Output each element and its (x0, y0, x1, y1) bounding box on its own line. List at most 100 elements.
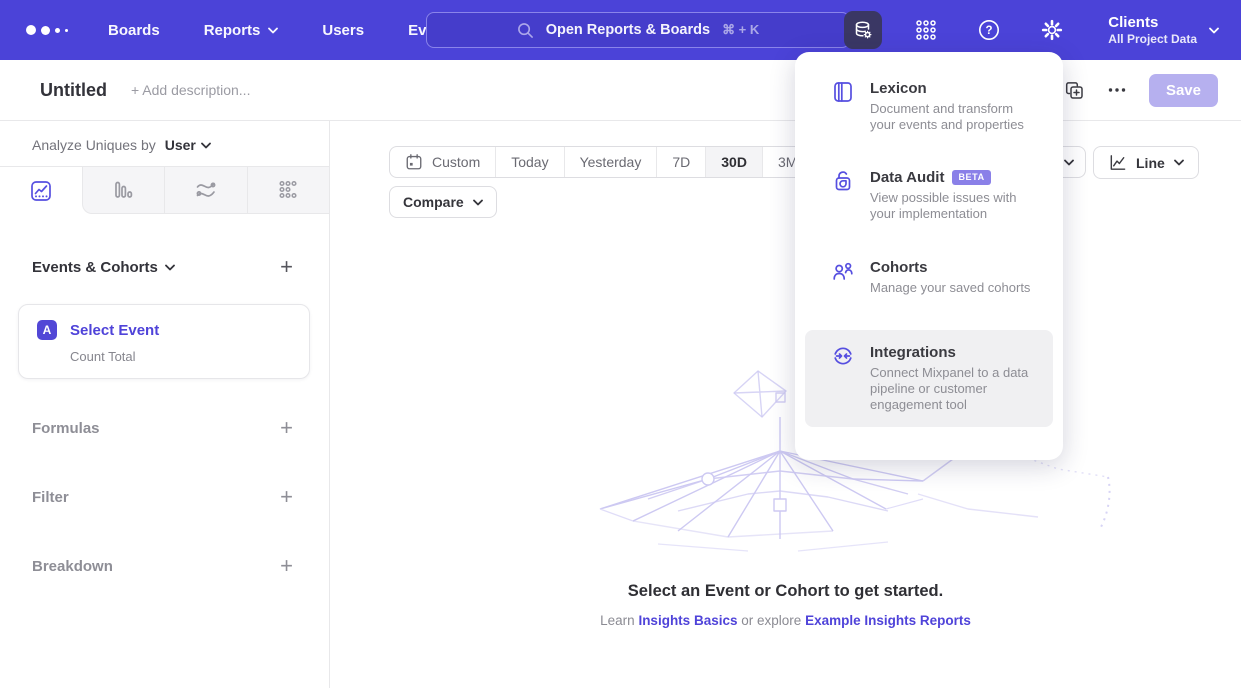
chevron-down-icon (473, 199, 483, 206)
question-circle-icon: ? (977, 18, 1001, 42)
integrations-title: Integrations (870, 344, 956, 361)
cohorts-people-icon (832, 260, 854, 282)
insights-report-page: Boards Reports Users Events Open Reports… (0, 0, 1241, 688)
analyze-value-dropdown[interactable]: User (165, 137, 196, 153)
chevron-down-icon[interactable] (201, 142, 211, 149)
breakdown-section: Breakdown + (32, 555, 293, 577)
cohorts-description: Manage your saved cohorts (870, 280, 1030, 296)
date-range-control: Custom Today Yesterday 7D 30D 3M 6M (389, 146, 864, 178)
project-name: Clients (1108, 14, 1197, 33)
global-search-input[interactable]: Open Reports & Boards ⌘ + K (426, 12, 850, 48)
date-range-yesterday[interactable]: Yesterday (564, 147, 657, 177)
tab-insights-line[interactable] (0, 167, 82, 214)
nav-item-users[interactable]: Users (322, 22, 364, 39)
nav-item-reports[interactable]: Reports (204, 22, 279, 39)
flow-icon (194, 178, 218, 202)
nav-item-boards-label: Boards (108, 22, 160, 39)
filter-section: Filter + (32, 486, 293, 508)
formulas-label: Formulas (32, 420, 100, 437)
report-header-actions: Save (1064, 74, 1218, 107)
data-audit-icon (832, 170, 854, 192)
apps-grid-button[interactable] (907, 11, 945, 49)
nav-item-reports-label: Reports (204, 22, 261, 39)
query-builder-sidebar: Analyze Uniques by User (0, 121, 330, 688)
tab-bar-chart[interactable] (82, 167, 165, 214)
cohorts-title: Cohorts (870, 259, 928, 276)
integrations-description: Connect Mixpanel to a data pipeline or c… (870, 365, 1041, 413)
filter-label: Filter (32, 489, 69, 506)
chart-type-dropdown[interactable]: Line (1093, 146, 1199, 179)
search-icon (517, 22, 534, 39)
select-event-button[interactable]: Select Event (70, 322, 159, 339)
nav-right-cluster: ? Clients All Project Data (844, 0, 1219, 60)
analyze-uniques-row: Analyze Uniques by User (32, 137, 329, 153)
line-chart-axis-icon (1108, 153, 1127, 172)
mixpanel-logo-icon[interactable] (26, 25, 68, 35)
data-audit-description: View possible issues with your implement… (870, 190, 1041, 222)
event-row-card[interactable]: A Select Event Count Total (18, 304, 310, 379)
grid-dots-icon (914, 18, 938, 42)
ellipsis-icon (1107, 80, 1127, 100)
add-event-button[interactable]: + (280, 256, 293, 278)
dots-grid-icon (276, 178, 300, 202)
or-explore-text: or explore (741, 613, 801, 628)
nav-links: Boards Reports Users Events (108, 22, 457, 39)
compare-label: Compare (403, 194, 464, 210)
project-scope: All Project Data (1108, 32, 1197, 46)
analyze-label: Analyze Uniques by (32, 137, 156, 153)
chevron-down-icon (1064, 159, 1074, 166)
lexicon-description: Document and transform your events and p… (870, 101, 1041, 133)
duplicate-report-button[interactable] (1064, 80, 1085, 101)
duplicate-icon (1064, 80, 1085, 101)
learn-prefix: Learn (600, 613, 635, 628)
date-range-30d-selected[interactable]: 30D (705, 147, 762, 177)
menu-item-data-audit[interactable]: Data Audit BETA View possible issues wit… (805, 155, 1053, 236)
menu-item-cohorts[interactable]: Cohorts Manage your saved cohorts (805, 245, 1053, 310)
more-options-button[interactable] (1107, 80, 1127, 100)
tab-flow-chart[interactable] (164, 167, 247, 214)
integrations-sync-icon (832, 345, 854, 367)
save-button[interactable]: Save (1149, 74, 1218, 107)
add-description-field[interactable]: + Add description... (131, 82, 250, 98)
chevron-down-icon (1209, 27, 1219, 34)
data-management-menu: Lexicon Document and transform your even… (795, 52, 1063, 460)
menu-item-integrations[interactable]: Integrations Connect Mixpanel to a data … (805, 330, 1053, 427)
help-button[interactable]: ? (970, 11, 1008, 49)
date-range-7d[interactable]: 7D (656, 147, 705, 177)
event-aggregation[interactable]: Count Total (70, 349, 291, 364)
chevron-down-icon (268, 27, 278, 34)
chart-type-tabs (0, 166, 329, 214)
settings-button[interactable] (1033, 11, 1071, 49)
data-management-button[interactable] (844, 11, 882, 49)
empty-state-links: Learn Insights Basics or explore Example… (330, 613, 1241, 628)
insights-basics-link[interactable]: Insights Basics (638, 613, 737, 628)
example-insights-reports-link[interactable]: Example Insights Reports (805, 613, 971, 628)
calendar-icon (405, 153, 423, 171)
add-formula-button[interactable]: + (280, 417, 293, 439)
breakdown-label: Breakdown (32, 558, 113, 575)
project-selector[interactable]: Clients All Project Data (1108, 14, 1219, 47)
lexicon-book-icon (832, 81, 854, 103)
nav-item-boards[interactable]: Boards (108, 22, 160, 39)
line-chart-icon (29, 179, 53, 203)
search-shortcut: ⌘ + K (722, 22, 759, 38)
compare-dropdown[interactable]: Compare (389, 186, 497, 218)
chevron-down-icon (1174, 159, 1184, 166)
tab-metrics-grid[interactable] (247, 167, 330, 214)
chevron-down-icon (165, 264, 175, 271)
search-placeholder: Open Reports & Boards (546, 22, 710, 38)
database-gear-icon (852, 19, 874, 41)
chart-type-label: Line (1136, 155, 1165, 171)
events-cohorts-toggle[interactable]: Events & Cohorts (32, 259, 175, 276)
add-filter-button[interactable]: + (280, 486, 293, 508)
gear-icon (1040, 18, 1064, 42)
events-cohorts-label: Events & Cohorts (32, 259, 158, 276)
date-range-today[interactable]: Today (495, 147, 563, 177)
empty-state-title: Select an Event or Cohort to get started… (330, 582, 1241, 601)
report-title[interactable]: Untitled (40, 80, 107, 101)
chart-area: Custom Today Yesterday 7D 30D 3M 6M Comp… (330, 121, 1241, 688)
nav-item-users-label: Users (322, 22, 364, 39)
date-range-custom[interactable]: Custom (390, 147, 495, 177)
menu-item-lexicon[interactable]: Lexicon Document and transform your even… (805, 66, 1053, 147)
add-breakdown-button[interactable]: + (280, 555, 293, 577)
